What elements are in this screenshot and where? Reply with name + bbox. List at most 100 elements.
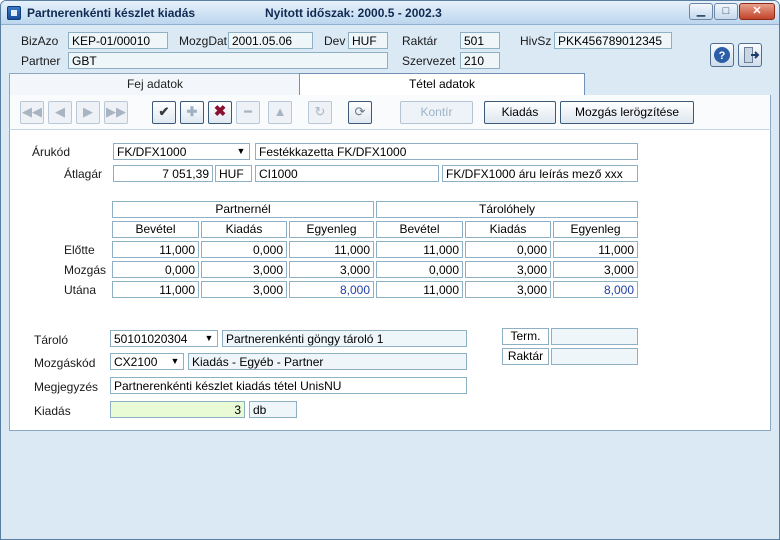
grid-group-partnernel: Partnernél bbox=[112, 201, 374, 218]
hivsz-field[interactable]: PKK456789012345 bbox=[554, 32, 672, 49]
tarolo-label: Tároló bbox=[34, 333, 69, 347]
mozgas-lerogzitese-button[interactable]: Mozgás lerögzítése bbox=[560, 101, 694, 124]
add-icon[interactable]: ✚ bbox=[180, 101, 204, 124]
term-label: Term. bbox=[502, 328, 549, 345]
last-record-icon[interactable]: ▶▶ bbox=[104, 101, 128, 124]
term-field bbox=[551, 328, 638, 345]
first-record-icon[interactable]: ◀◀ bbox=[20, 101, 44, 124]
mozgaskod-description: Kiadás - Egyéb - Partner bbox=[188, 353, 467, 370]
atlagar-description: FK/DFX1000 áru leírás mező xxx bbox=[442, 165, 638, 182]
grid-cell: 3,000 bbox=[465, 281, 551, 298]
main-window: Partnerenkénti készlet kiadás Nyitott id… bbox=[0, 0, 780, 540]
bizazo-field[interactable]: KEP-01/00010 bbox=[68, 32, 168, 49]
grid-cell: 8,000 bbox=[289, 281, 374, 298]
mozgaskod-label: Mozgáskód bbox=[34, 356, 96, 370]
grid-cell: 11,000 bbox=[289, 241, 374, 258]
toolbar: ◀◀ ◀ ▶ ▶▶ ✔ ✚ ✖ ━ ▲ ↻ ⟳ Kontír Kiadás Mo… bbox=[9, 95, 771, 129]
kiadas-label: Kiadás bbox=[34, 404, 71, 418]
raktar-side-field bbox=[551, 348, 638, 365]
kiadas-unit: db bbox=[249, 401, 297, 418]
tab-tetel-adatok[interactable]: Tétel adatok bbox=[299, 73, 585, 95]
mozgdat-field[interactable]: 2001.05.06 bbox=[228, 32, 313, 49]
grid-col-bevetel-1: Bevétel bbox=[112, 221, 199, 238]
grid-cell: 3,000 bbox=[553, 261, 638, 278]
maximize-button[interactable]: □ bbox=[714, 3, 738, 20]
minimize-button[interactable]: ▁ bbox=[689, 3, 713, 20]
grid-cell: 0,000 bbox=[376, 261, 463, 278]
megjegyzes-input[interactable]: Partnerenkénti készlet kiadás tétel Unis… bbox=[110, 377, 467, 394]
raktar-label: Raktár bbox=[402, 34, 438, 48]
exit-button[interactable] bbox=[738, 43, 762, 67]
grid-cell: 0,000 bbox=[201, 241, 287, 258]
grid-cell: 11,000 bbox=[376, 281, 463, 298]
arukod-label: Árukód bbox=[32, 145, 71, 159]
grid-row-label: Előtte bbox=[64, 243, 95, 257]
history-icon[interactable]: ⟳ bbox=[348, 101, 372, 124]
confirm-icon[interactable]: ✔ bbox=[152, 101, 176, 124]
app-icon bbox=[7, 6, 21, 20]
kontir-button[interactable]: Kontír bbox=[400, 101, 473, 124]
partner-field[interactable]: GBT bbox=[68, 52, 388, 69]
dev-field[interactable]: HUF bbox=[348, 32, 388, 49]
atlagar-label: Átlagár bbox=[64, 167, 103, 181]
dev-label: Dev bbox=[324, 34, 346, 48]
refresh-icon[interactable]: ↻ bbox=[308, 101, 332, 124]
cancel-icon[interactable]: ✖ bbox=[208, 101, 232, 124]
grid-cell: 0,000 bbox=[112, 261, 199, 278]
close-button[interactable]: ✕ bbox=[739, 3, 775, 20]
chevron-down-icon: ▼ bbox=[236, 146, 246, 156]
chevron-down-icon: ▼ bbox=[170, 356, 180, 366]
megjegyzes-label: Megjegyzés bbox=[34, 380, 99, 394]
kiadas-button[interactable]: Kiadás bbox=[484, 101, 556, 124]
atlagar-code: CI1000 bbox=[255, 165, 439, 182]
arukod-value: FK/DFX1000 bbox=[117, 145, 187, 159]
tarolo-select[interactable]: 50101020304 ▼ bbox=[110, 330, 218, 347]
tarolo-description: Partnerenkénti göngy tároló 1 bbox=[222, 330, 467, 347]
arukod-select[interactable]: FK/DFX1000 ▼ bbox=[113, 143, 250, 160]
partner-label: Partner bbox=[21, 54, 61, 68]
grid-cell: 3,000 bbox=[201, 261, 287, 278]
atlagar-field: 7 051,39 bbox=[113, 165, 213, 182]
window-title: Partnerenkénti készlet kiadás bbox=[27, 6, 196, 20]
grid-cell: 3,000 bbox=[289, 261, 374, 278]
grid-cell: 11,000 bbox=[112, 281, 199, 298]
tab-fej-adatok[interactable]: Fej adatok bbox=[9, 73, 301, 95]
kiadas-quantity-input[interactable]: 3 bbox=[110, 401, 245, 418]
grid-cell: 3,000 bbox=[465, 261, 551, 278]
remove-icon[interactable]: ━ bbox=[236, 101, 260, 124]
grid-cell: 11,000 bbox=[553, 241, 638, 258]
mozgaskod-value: CX2100 bbox=[114, 355, 158, 369]
szervezet-field[interactable]: 210 bbox=[460, 52, 500, 69]
tab-bar: Fej adatok Tétel adatok bbox=[1, 73, 779, 95]
help-button[interactable]: ? bbox=[710, 43, 734, 67]
grid-group-tarolohely: Tárolóhely bbox=[376, 201, 638, 218]
tarolo-value: 50101020304 bbox=[114, 332, 188, 346]
item-panel: Árukód FK/DFX1000 ▼ Festékkazetta FK/DFX… bbox=[9, 129, 771, 431]
grid-row-label: Utána bbox=[64, 283, 97, 297]
grid-cell: 3,000 bbox=[201, 281, 287, 298]
mozgaskod-select[interactable]: CX2100 ▼ bbox=[110, 353, 184, 370]
bizazo-label: BizAzo bbox=[21, 34, 59, 48]
svg-text:?: ? bbox=[719, 50, 726, 62]
grid-col-egyenleg-2: Egyenleg bbox=[553, 221, 638, 238]
raktar-field[interactable]: 501 bbox=[460, 32, 500, 49]
grid-col-kiadas-1: Kiadás bbox=[201, 221, 287, 238]
grid-col-kiadas-2: Kiadás bbox=[465, 221, 551, 238]
grid-col-bevetel-2: Bevétel bbox=[376, 221, 463, 238]
atlagar-currency: HUF bbox=[215, 165, 252, 182]
szervezet-label: Szervezet bbox=[402, 54, 456, 68]
move-up-icon[interactable]: ▲ bbox=[268, 101, 292, 124]
title-bar: Partnerenkénti készlet kiadás Nyitott id… bbox=[1, 1, 779, 25]
grid-cell: 8,000 bbox=[553, 281, 638, 298]
grid-col-egyenleg-1: Egyenleg bbox=[289, 221, 374, 238]
grid-cell: 0,000 bbox=[465, 241, 551, 258]
exit-door-icon bbox=[744, 47, 760, 63]
next-record-icon[interactable]: ▶ bbox=[76, 101, 100, 124]
prev-record-icon[interactable]: ◀ bbox=[48, 101, 72, 124]
chevron-down-icon: ▼ bbox=[204, 333, 214, 343]
arukod-description: Festékkazetta FK/DFX1000 bbox=[255, 143, 638, 160]
mozgdat-label: MozgDat bbox=[179, 34, 228, 48]
help-icon: ? bbox=[714, 47, 730, 63]
grid-row-label: Mozgás bbox=[64, 263, 107, 277]
raktar-side-label: Raktár bbox=[502, 348, 549, 365]
